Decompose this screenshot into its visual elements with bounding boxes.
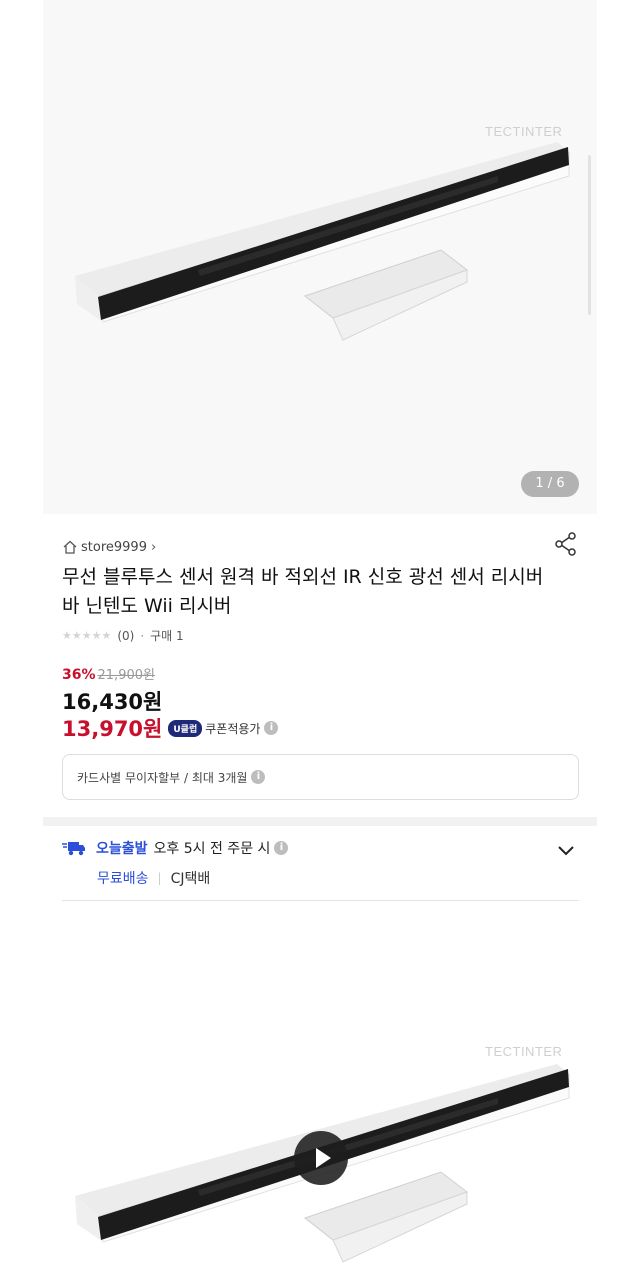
share-icon[interactable] <box>553 531 579 557</box>
chevron-down-icon[interactable] <box>556 840 576 860</box>
store-name: store9999 <box>81 539 147 555</box>
image-counter: 1 / 6 <box>521 471 579 497</box>
section-divider <box>43 817 597 826</box>
watermark: TECTINTER <box>485 1044 563 1059</box>
shipping-method-row: 무료배송 | CJ택배 <box>97 868 210 888</box>
today-shipping-label: 오늘출발 <box>96 841 148 857</box>
gallery-scrollbar[interactable] <box>588 155 591 315</box>
separator-dot: · <box>140 628 145 643</box>
product-video[interactable]: TECTINTER <box>43 1020 597 1280</box>
fast-delivery-icon <box>62 842 85 856</box>
coupon-label: 쿠폰적용가 <box>205 721 261 736</box>
product-image <box>75 142 570 341</box>
coupon-price-row[interactable]: 13,970원 U클럽 쿠폰적용가 i <box>62 713 279 743</box>
info-icon[interactable]: i <box>251 770 266 784</box>
play-button-icon[interactable] <box>294 1131 348 1185</box>
star-rating-icon: ★★★★★ <box>62 629 112 642</box>
carrier-label: CJ택배 <box>170 871 211 887</box>
product-image-gallery[interactable]: TECTINTER 1 / 6 <box>43 0 597 514</box>
review-count: (0) <box>117 628 135 643</box>
installment-info-box[interactable]: 카드사별 무이자할부 / 최대 3개월 i <box>62 754 579 800</box>
product-title: 무선 블루투스 센서 원격 바 적외선 IR 신호 광선 센서 리시버 바 닌텐… <box>62 566 544 617</box>
rating-row[interactable]: ★★★★★ (0) · 구매 1 <box>62 627 184 644</box>
discount-row: 36% 21,900원 <box>62 664 155 683</box>
shipping-today-row[interactable]: 오늘출발 오후 5시 전 주문 시 i <box>62 838 289 858</box>
info-icon[interactable]: i <box>264 721 279 735</box>
sale-price: 16,430원 <box>62 690 163 714</box>
original-price: 21,900원 <box>97 668 155 683</box>
info-icon[interactable]: i <box>274 841 289 855</box>
free-shipping-label: 무료배송 <box>97 871 149 887</box>
installment-text: 카드사별 무이자할부 / 최대 3개월 <box>77 770 248 785</box>
uclub-badge: U클럽 <box>168 719 203 737</box>
watermark: TECTINTER <box>485 124 563 139</box>
shipping-cutoff: 오후 5시 전 주문 시 <box>153 841 271 857</box>
home-icon <box>63 540 77 554</box>
coupon-price: 13,970원 <box>62 717 163 741</box>
discount-percent: 36% <box>62 667 96 683</box>
chevron-right-icon: › <box>150 539 157 555</box>
divider <box>62 900 579 901</box>
divider: | <box>157 871 162 885</box>
store-link[interactable]: store9999 › <box>62 539 156 555</box>
purchase-count: 구매 1 <box>150 629 184 643</box>
